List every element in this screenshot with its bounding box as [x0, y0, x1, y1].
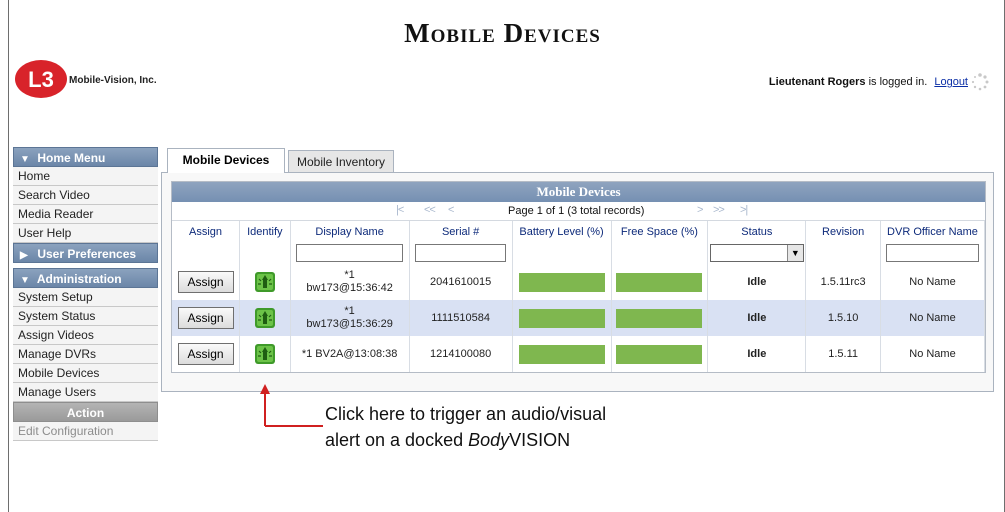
col-officer-name[interactable]: DVR Officer Name — [880, 221, 986, 242]
officer-cell: No Name — [880, 300, 986, 336]
user-preferences-label: User Preferences — [37, 247, 137, 261]
revision-cell: 1.5.11 — [805, 336, 881, 372]
triangle-right-icon: ▶ — [20, 250, 28, 261]
logout-link[interactable]: Logout — [934, 76, 968, 88]
display-name-filter-input[interactable] — [296, 244, 403, 262]
col-free-space[interactable]: Free Space (%) — [611, 221, 709, 242]
pager: |< << < Page 1 of 1 (3 total records) > … — [172, 202, 985, 221]
display-name-line2: bw173@15:36:29 — [306, 318, 393, 330]
callout-line1: Click here to trigger an audio/visual — [325, 404, 607, 424]
col-battery[interactable]: Battery Level (%) — [512, 221, 612, 242]
revision-cell: 1.5.10 — [805, 300, 881, 336]
devices-table: Assign Identify Display Name Serial # Ba… — [172, 221, 986, 372]
serial-cell: 2041610015 — [409, 264, 513, 300]
col-assign[interactable]: Assign — [172, 221, 241, 242]
col-status[interactable]: Status — [707, 221, 807, 242]
sidebar-item-system-setup[interactable]: System Setup — [13, 288, 158, 307]
status-cell: Idle — [707, 300, 807, 336]
login-user: Lieutenant Rogers — [768, 76, 866, 88]
page-title: Mobile Devices — [404, 18, 601, 48]
serial-filter-input[interactable] — [414, 244, 507, 262]
free-space-bar — [616, 344, 703, 364]
officer-cell: No Name — [880, 336, 986, 372]
sidebar-item-system-status[interactable]: System Status — [13, 307, 158, 326]
assign-button[interactable]: Assign — [177, 343, 234, 365]
identify-alert-icon[interactable] — [254, 307, 276, 329]
devices-table-container: Mobile Devices |< << < Page 1 of 1 (3 to… — [171, 181, 986, 373]
identify-alert-icon[interactable] — [254, 343, 276, 365]
officer-cell: No Name — [880, 264, 986, 300]
company-name: Mobile-Vision, Inc. — [69, 75, 157, 86]
table-title: Mobile Devices — [172, 182, 985, 202]
chevron-down-icon[interactable]: ▼ — [786, 245, 803, 261]
assign-button[interactable]: Assign — [177, 307, 234, 329]
free-space-bar — [616, 308, 703, 328]
sidebar-item-home[interactable]: Home — [13, 167, 158, 186]
battery-level-bar — [518, 308, 605, 328]
filter-row: ▼ — [172, 242, 986, 264]
col-serial[interactable]: Serial # — [409, 221, 513, 242]
status-cell: Idle — [707, 264, 807, 300]
sidebar-item-user-help[interactable]: User Help — [13, 224, 158, 243]
identify-alert-icon[interactable] — [254, 271, 276, 293]
prev-page-icon[interactable]: < — [448, 204, 455, 216]
pager-text: Page 1 of 1 (3 total records) — [508, 205, 645, 217]
next-ten-pages-icon[interactable]: >> — [713, 204, 725, 216]
col-identify[interactable]: Identify — [239, 221, 291, 242]
status-filter-select[interactable]: ▼ — [709, 244, 804, 262]
revision-cell: 1.5.11rc3 — [805, 264, 881, 300]
login-suffix: is logged in. — [868, 76, 928, 88]
sidebar-item-assign-videos[interactable]: Assign Videos — [13, 326, 158, 345]
sidebar-item-manage-dvrs[interactable]: Manage DVRs — [13, 345, 158, 364]
callout-text: Click here to trigger an audio/visual al… — [325, 401, 606, 453]
l3-logo-icon: L3 — [15, 60, 67, 98]
last-page-icon[interactable]: >| — [740, 204, 748, 216]
table-row: Assign *1 bw173@15:36:42 2041610015 Idle … — [172, 264, 986, 300]
officer-filter-input[interactable] — [886, 244, 979, 262]
free-space-bar — [616, 272, 703, 292]
battery-level-bar — [518, 272, 605, 292]
first-page-icon[interactable]: |< — [396, 204, 404, 216]
callout-line2: alert on a docked BodyVISION — [325, 430, 571, 450]
tab-mobile-inventory[interactable]: Mobile Inventory — [288, 150, 394, 173]
table-row: Assign *1 bw173@15:36:29 1111510584 Idle … — [172, 300, 986, 336]
display-name-line1: *1 — [344, 305, 355, 317]
user-preferences-header[interactable]: ▶ User Preferences — [13, 243, 158, 263]
sidebar-item-search-video[interactable]: Search Video — [13, 186, 158, 205]
login-status: Lieutenant Rogers is logged in. Logout — [769, 76, 968, 88]
action-header: Action — [13, 402, 158, 422]
svg-text:L3: L3 — [28, 67, 54, 92]
serial-cell: 1214100080 — [409, 336, 513, 372]
tab-mobile-devices[interactable]: Mobile Devices — [167, 148, 285, 173]
sidebar: ▼ Home Menu Home Search Video Media Read… — [13, 147, 158, 441]
display-name-line1: *1 BV2A@13:08:38 — [301, 347, 398, 360]
sidebar-item-manage-users[interactable]: Manage Users — [13, 383, 158, 402]
next-page-icon[interactable]: > — [697, 204, 704, 216]
display-name-line2: bw173@15:36:42 — [306, 282, 393, 294]
callout-arrow — [260, 384, 323, 427]
sidebar-item-mobile-devices[interactable]: Mobile Devices — [13, 364, 158, 383]
battery-level-bar — [518, 344, 605, 364]
administration-label: Administration — [36, 272, 122, 286]
assign-button[interactable]: Assign — [177, 271, 234, 293]
sidebar-item-media-reader[interactable]: Media Reader — [13, 205, 158, 224]
col-display-name[interactable]: Display Name — [290, 221, 410, 242]
col-revision[interactable]: Revision — [805, 221, 881, 242]
display-name-line1: *1 — [344, 269, 355, 281]
serial-cell: 1111510584 — [409, 300, 513, 336]
status-cell: Idle — [707, 336, 807, 372]
loading-spinner-icon — [971, 73, 989, 91]
table-row: Assign *1 BV2A@13:08:38 1214100080 Idle … — [172, 336, 986, 372]
prev-ten-pages-icon[interactable]: << — [424, 204, 436, 216]
administration-header[interactable]: ▼ Administration — [13, 268, 158, 288]
sidebar-item-edit-configuration: Edit Configuration — [13, 422, 158, 441]
home-menu-header[interactable]: ▼ Home Menu — [13, 147, 158, 167]
home-menu-label: Home Menu — [37, 151, 106, 165]
table-header-row: Assign Identify Display Name Serial # Ba… — [172, 221, 986, 242]
